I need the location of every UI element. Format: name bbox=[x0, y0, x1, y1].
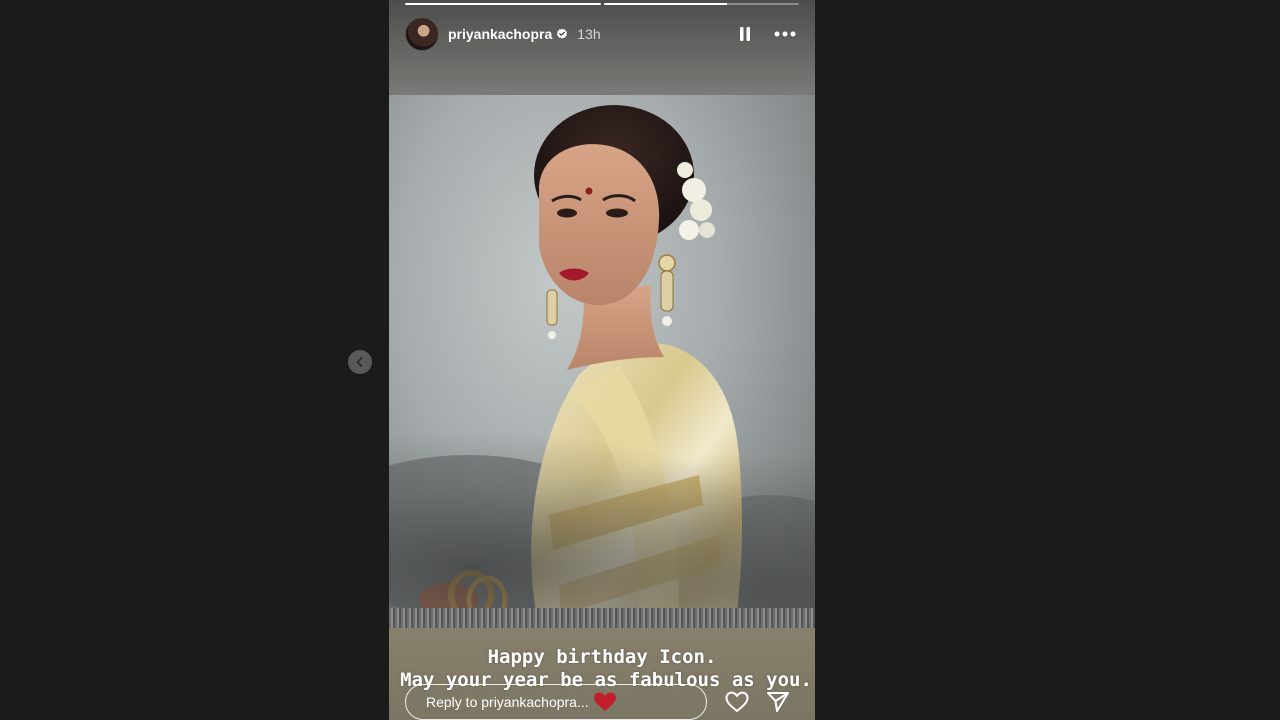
caption-line-1: Happy birthday Icon. bbox=[487, 646, 717, 668]
chevron-left-icon bbox=[356, 357, 363, 367]
avatar[interactable] bbox=[405, 17, 439, 51]
paper-plane-icon bbox=[767, 692, 789, 712]
heart-icon bbox=[725, 691, 749, 713]
pause-button[interactable] bbox=[733, 22, 757, 46]
post-time: 13h bbox=[577, 26, 601, 42]
smoke-background bbox=[389, 428, 815, 628]
progress-segment bbox=[603, 3, 799, 5]
story-progress-bar bbox=[405, 3, 799, 5]
previous-story-button[interactable] bbox=[348, 350, 372, 374]
reply-input[interactable]: Reply to priyankachopra... bbox=[405, 684, 707, 720]
progress-fill bbox=[603, 3, 727, 5]
more-options-icon bbox=[774, 31, 796, 37]
progress-fill bbox=[405, 3, 601, 5]
share-button[interactable] bbox=[765, 689, 791, 715]
story-photo bbox=[389, 95, 815, 628]
floor-texture bbox=[389, 608, 815, 628]
username[interactable]: priyankachopra bbox=[448, 26, 552, 42]
story-viewer: priyankachopra 13h Happy birthday Icon. … bbox=[0, 0, 1280, 720]
verified-badge-icon bbox=[557, 28, 568, 39]
progress-segment bbox=[405, 3, 601, 5]
red-heart-emoji-icon bbox=[593, 692, 616, 711]
reply-placeholder: Reply to priyankachopra... bbox=[426, 694, 589, 710]
pause-icon bbox=[740, 27, 750, 41]
like-button[interactable] bbox=[724, 689, 750, 715]
story-card: priyankachopra 13h Happy birthday Icon. … bbox=[389, 0, 815, 720]
more-options-button[interactable] bbox=[771, 22, 799, 46]
story-header: priyankachopra 13h bbox=[405, 16, 799, 52]
